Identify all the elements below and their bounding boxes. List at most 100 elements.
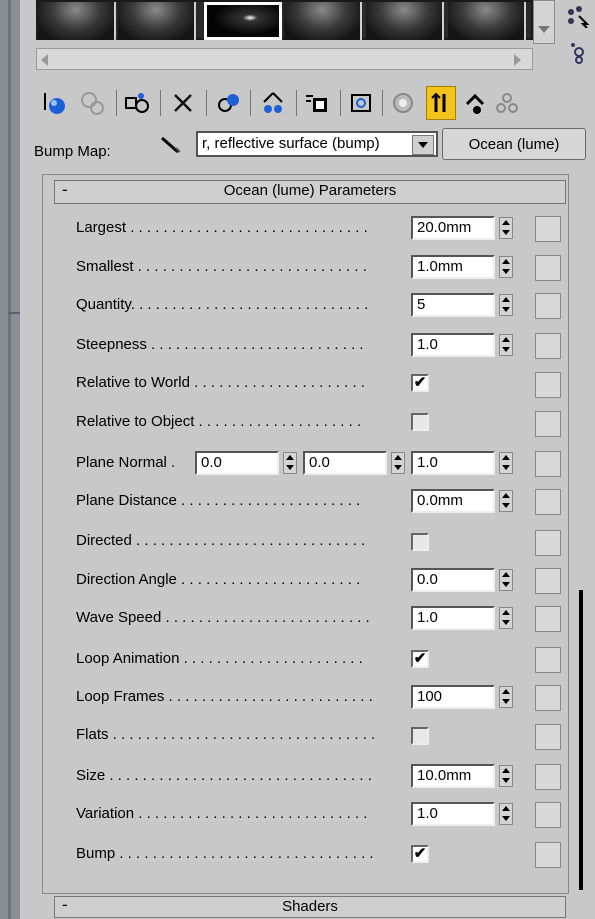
left-panel-tick — [8, 312, 20, 314]
largest-spinner-field[interactable]: 20.0mm — [411, 216, 495, 240]
size-map-button[interactable] — [535, 764, 561, 790]
loop-animation-checkbox[interactable]: ✔ — [411, 650, 429, 668]
spinner-arrows-icon[interactable] — [499, 607, 513, 629]
param-label-loop-animation: Loop Animation . . . . . . . . . . . . .… — [76, 650, 363, 667]
rollout-title: Ocean (lume) Parameters — [223, 182, 397, 199]
spinner-arrows-icon[interactable] — [499, 686, 513, 708]
param-label-plane-normal: Plane Normal . — [76, 454, 176, 471]
assign-to-selection-icon[interactable] — [122, 86, 152, 120]
param-label-flats: Flats . . . . . . . . . . . . . . . . . … — [76, 726, 376, 743]
sample-slot-2[interactable] — [118, 2, 196, 40]
scroll-down-arrow-icon[interactable] — [538, 26, 550, 33]
relative-to-world-checkbox[interactable]: ✔ — [411, 374, 429, 392]
sample-slot-6[interactable] — [448, 2, 526, 40]
backlight-icon[interactable] — [567, 40, 591, 64]
param-label-quantity: Quantity. . . . . . . . . . . . . . . . … — [76, 296, 369, 313]
plane-distance-spinner-field[interactable]: 0.0mm — [411, 489, 495, 513]
param-label-variation: Variation . . . . . . . . . . . . . . . … — [76, 805, 368, 822]
spinner-arrows-icon[interactable] — [499, 803, 513, 825]
direction-angle-spinner-field[interactable]: 0.0 — [411, 568, 495, 592]
get-material-icon[interactable] — [40, 86, 70, 120]
steepness-map-button[interactable] — [535, 333, 561, 359]
slots-vertical-scrollbar[interactable] — [533, 0, 555, 44]
put-to-scene-icon[interactable] — [78, 86, 108, 120]
reset-map-icon[interactable] — [168, 86, 198, 120]
plane-normal-y-field[interactable]: 0.0 — [303, 451, 387, 475]
spinner-arrows-icon[interactable] — [391, 452, 405, 474]
show-map-icon[interactable] — [346, 86, 376, 120]
variation-map-button[interactable] — [535, 802, 561, 828]
put-to-library-icon[interactable] — [258, 86, 288, 120]
param-label-direction-angle: Direction Angle . . . . . . . . . . . . … — [76, 571, 361, 588]
show-background-icon[interactable] — [426, 86, 456, 120]
map-name-dropdown[interactable]: r, reflective surface (bump) — [196, 131, 438, 157]
sample-slot-active[interactable] — [204, 2, 282, 40]
scroll-right-arrow-icon[interactable] — [514, 54, 521, 66]
param-label-size: Size . . . . . . . . . . . . . . . . . .… — [76, 767, 372, 784]
loop-frames-map-button[interactable] — [535, 685, 561, 711]
size-spinner-field[interactable]: 10.0mm — [411, 764, 495, 788]
wave-speed-spinner-field[interactable]: 1.0 — [411, 606, 495, 630]
spinner-arrows-icon[interactable] — [499, 217, 513, 239]
toolbar-separator — [116, 90, 117, 116]
go-forward-icon[interactable] — [492, 86, 522, 120]
scroll-left-arrow-icon[interactable] — [41, 54, 48, 66]
flats-checkbox[interactable] — [411, 727, 429, 745]
smallest-spinner-field[interactable]: 1.0mm — [411, 255, 495, 279]
param-label-plane-distance: Plane Distance . . . . . . . . . . . . .… — [76, 492, 361, 509]
loop-frames-spinner-field[interactable]: 100 — [411, 685, 495, 709]
largest-map-button[interactable] — [535, 216, 561, 242]
sample-slot-4[interactable] — [284, 2, 362, 40]
sample-slot-5[interactable] — [366, 2, 444, 40]
material-id-icon[interactable] — [302, 86, 332, 120]
plane-normal-x-field[interactable]: 0.0 — [195, 451, 279, 475]
loop-animation-map-button[interactable] — [535, 647, 561, 673]
toolbar-separator — [206, 90, 207, 116]
pick-material-eyedropper-icon[interactable] — [158, 134, 184, 162]
param-label-wave-speed: Wave Speed . . . . . . . . . . . . . . .… — [76, 609, 370, 626]
spinner-arrows-icon[interactable] — [499, 569, 513, 591]
make-unique-icon[interactable] — [214, 86, 244, 120]
relative-to-object-checkbox[interactable] — [411, 413, 429, 431]
wave-speed-map-button[interactable] — [535, 606, 561, 632]
toolbar-separator — [340, 90, 341, 116]
spinner-arrows-icon[interactable] — [499, 490, 513, 512]
slots-horizontal-scrollbar[interactable] — [36, 48, 533, 70]
bump-map-label: Bump Map: — [34, 143, 111, 160]
chevron-down-icon[interactable] — [412, 135, 434, 155]
param-label-relative-to-world: Relative to World . . . . . . . . . . . … — [76, 374, 365, 391]
quantity-spinner-field[interactable]: 5 — [411, 293, 495, 317]
flats-map-button[interactable] — [535, 724, 561, 750]
bump-map-button[interactable] — [535, 842, 561, 868]
sample-slot-1[interactable] — [38, 2, 116, 40]
spinner-arrows-icon[interactable] — [283, 452, 297, 474]
param-label-bump: Bump . . . . . . . . . . . . . . . . . .… — [76, 845, 374, 862]
steepness-spinner-field[interactable]: 1.0 — [411, 333, 495, 357]
relative-to-object-map-button[interactable] — [535, 411, 561, 437]
plane-normal-map-button[interactable] — [535, 451, 561, 477]
variation-spinner-field[interactable]: 1.0 — [411, 802, 495, 826]
spinner-arrows-icon[interactable] — [499, 256, 513, 278]
show-end-result-icon[interactable] — [388, 86, 418, 120]
quantity-map-button[interactable] — [535, 293, 561, 319]
direction-angle-map-button[interactable] — [535, 568, 561, 594]
shaders-rollout-title: Shaders — [282, 898, 338, 915]
directed-map-button[interactable] — [535, 530, 561, 556]
go-to-parent-icon[interactable] — [460, 86, 490, 120]
panel-scrollbar[interactable] — [579, 590, 583, 890]
spinner-arrows-icon[interactable] — [499, 765, 513, 787]
relative-to-world-map-button[interactable] — [535, 372, 561, 398]
param-label-largest: Largest . . . . . . . . . . . . . . . . … — [76, 219, 368, 236]
spinner-arrows-icon[interactable] — [499, 452, 513, 474]
sample-type-icon[interactable] — [565, 4, 591, 29]
spinner-arrows-icon[interactable] — [499, 334, 513, 356]
param-label-directed: Directed . . . . . . . . . . . . . . . .… — [76, 532, 366, 549]
smallest-map-button[interactable] — [535, 255, 561, 281]
spinner-arrows-icon[interactable] — [499, 294, 513, 316]
bump-checkbox[interactable]: ✔ — [411, 845, 429, 863]
plane-distance-map-button[interactable] — [535, 489, 561, 515]
param-label-loop-frames: Loop Frames . . . . . . . . . . . . . . … — [76, 688, 373, 705]
directed-checkbox[interactable] — [411, 533, 429, 551]
plane-normal-z-field[interactable]: 1.0 — [411, 451, 495, 475]
map-type-button[interactable]: Ocean (lume) — [442, 128, 586, 160]
